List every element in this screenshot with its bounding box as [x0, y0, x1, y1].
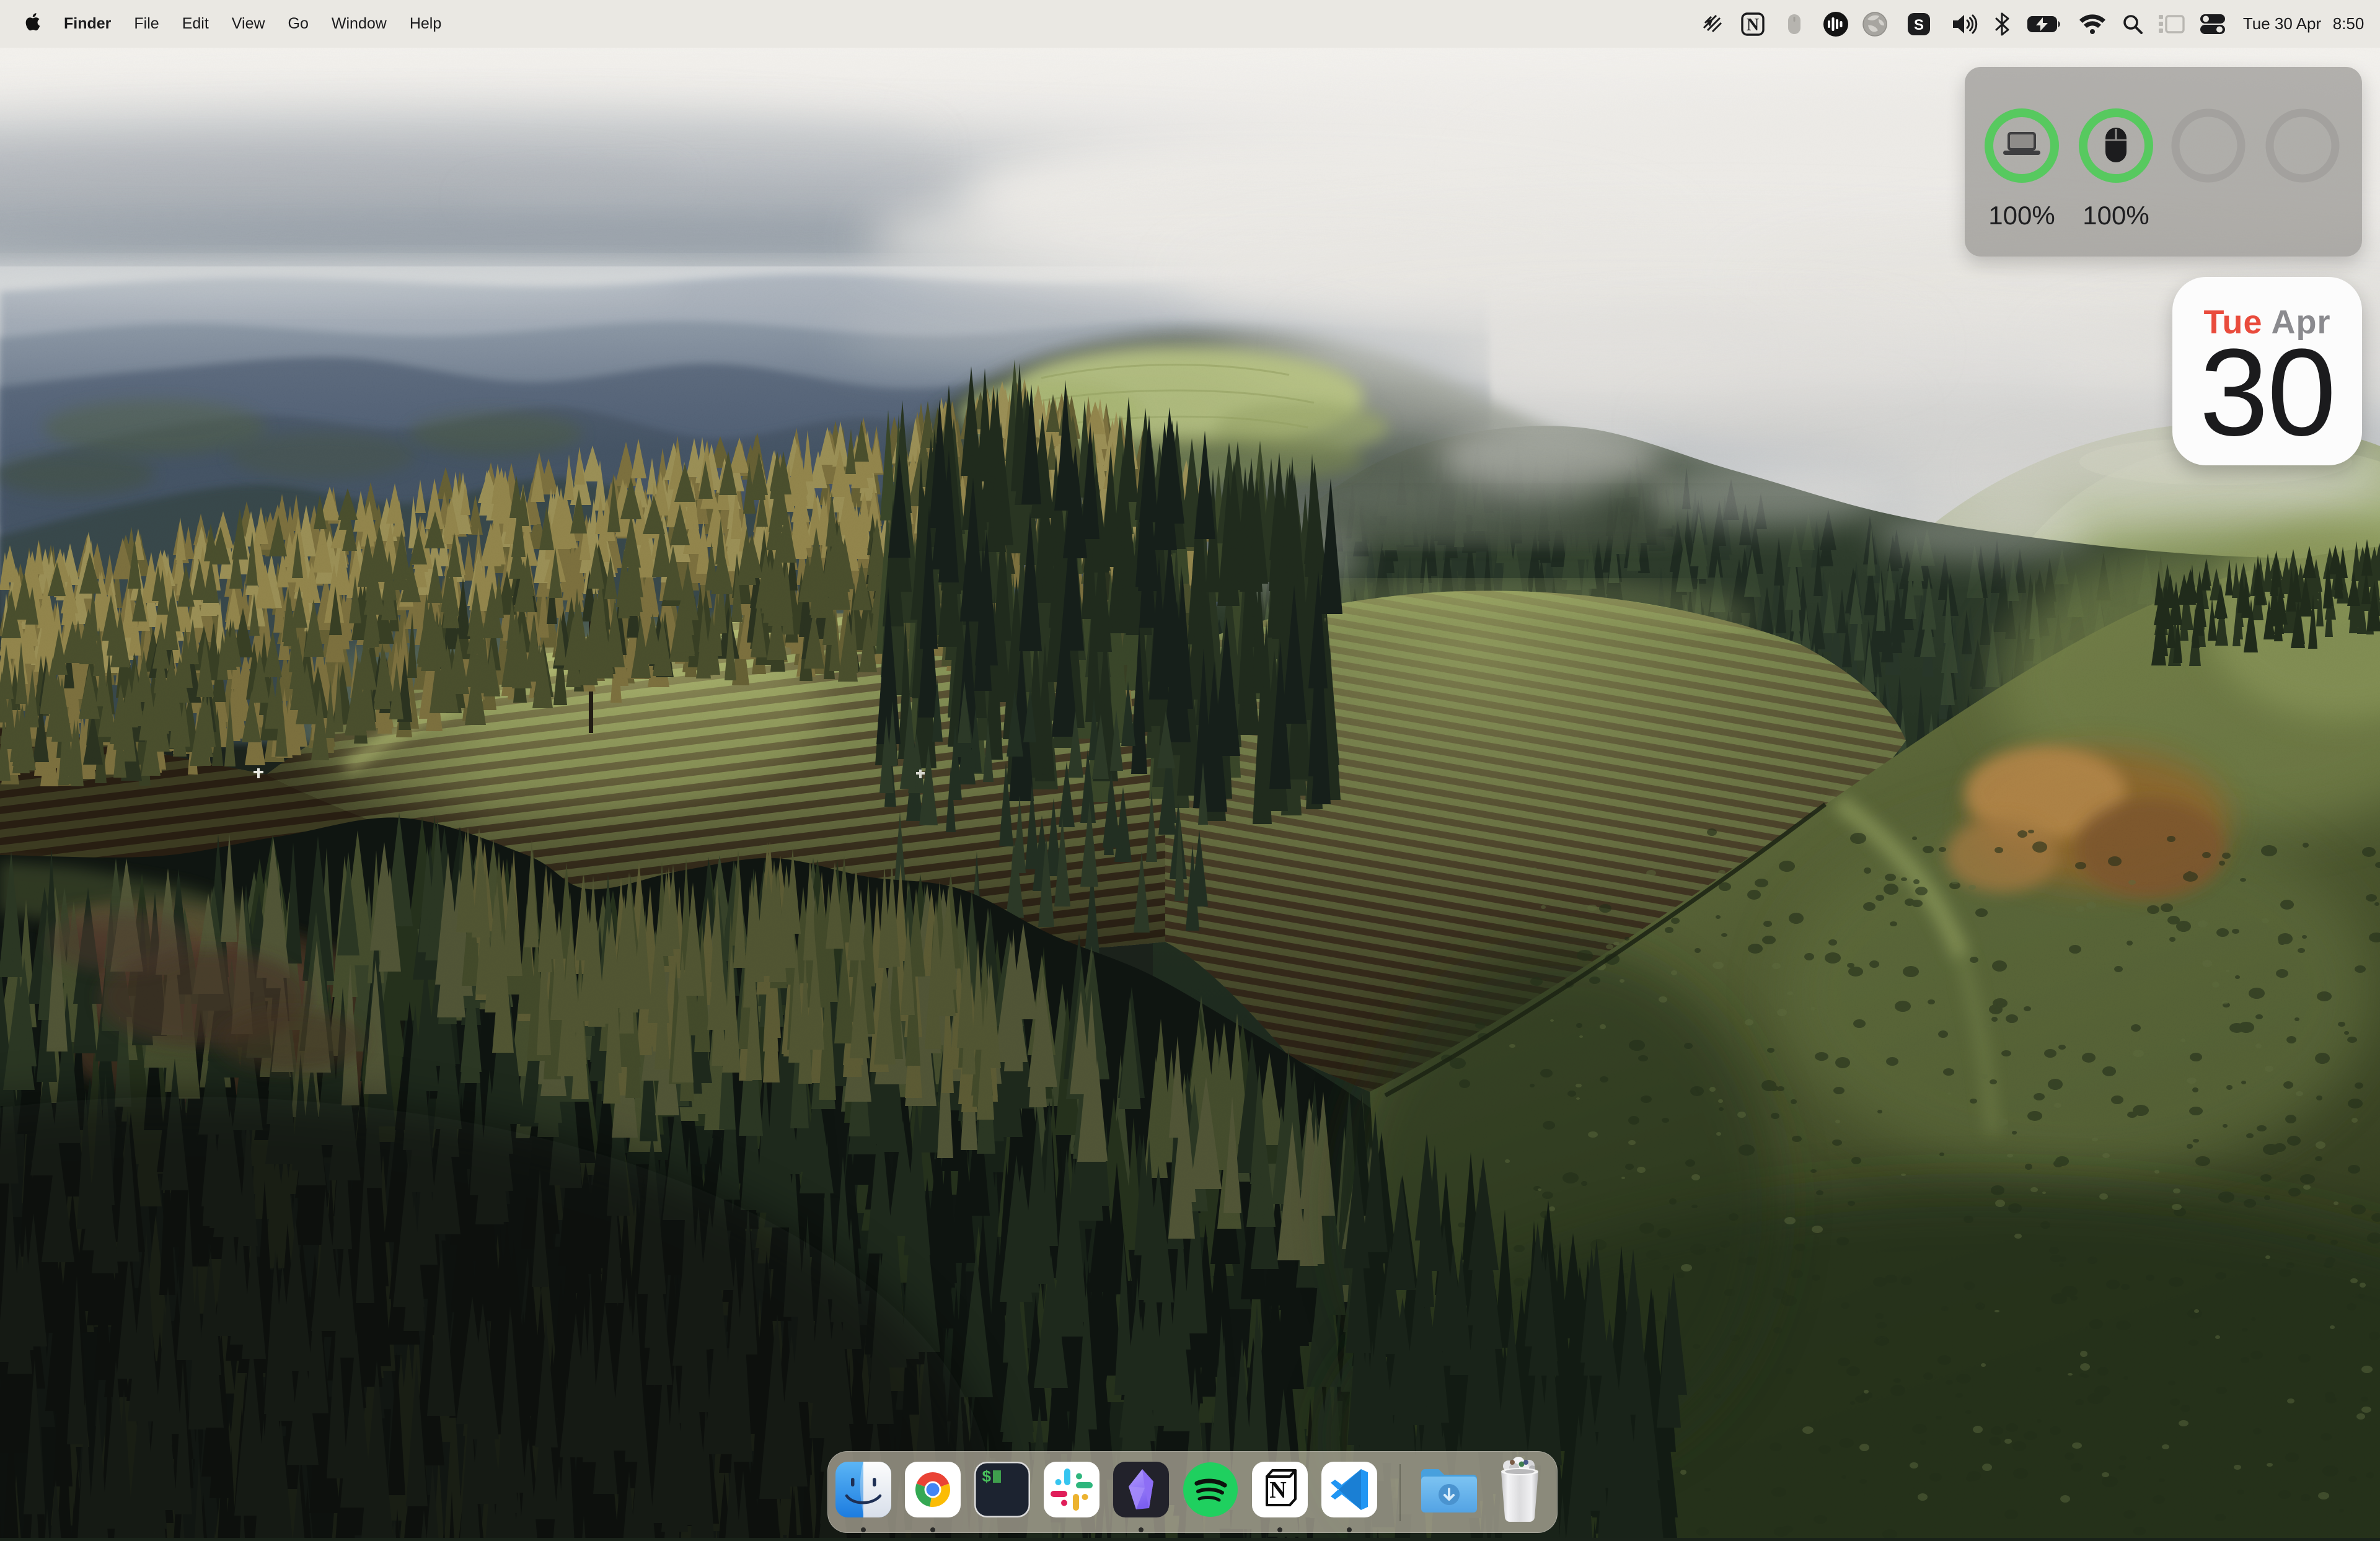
svg-text:S: S — [1914, 17, 1924, 33]
svg-text:100%: 100% — [2082, 201, 2149, 230]
svg-text:N: N — [1747, 15, 1759, 35]
svg-text:$: $ — [982, 1468, 992, 1486]
svg-text:100%: 100% — [1988, 201, 2055, 230]
svg-text:N: N — [1269, 1477, 1286, 1503]
